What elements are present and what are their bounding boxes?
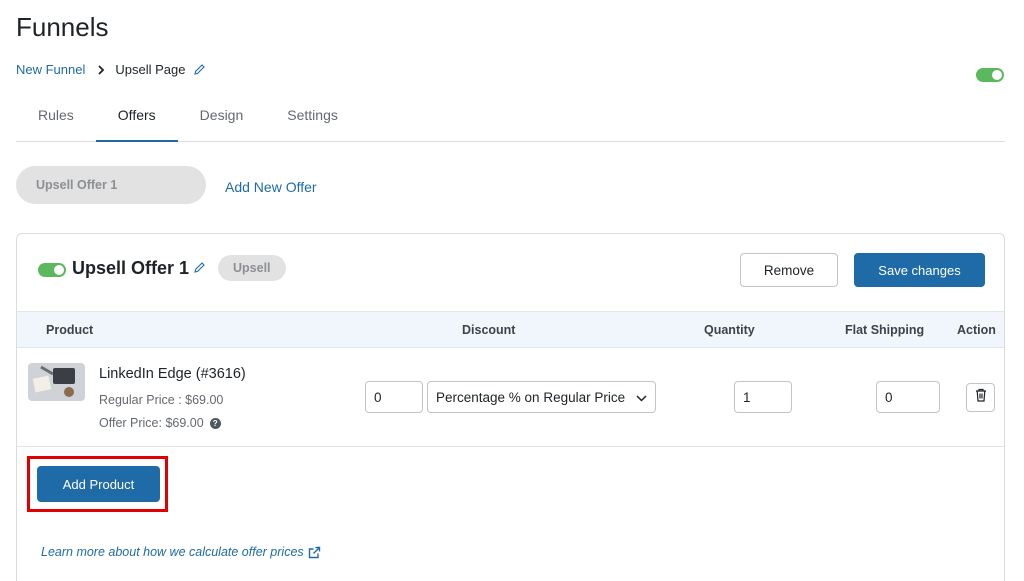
product-name: LinkedIn Edge (#3616) — [99, 366, 246, 382]
offer-type-badge: Upsell — [218, 255, 286, 281]
chevron-right-icon — [97, 64, 105, 75]
offer-enable-toggle[interactable] — [38, 263, 66, 277]
product-offer-price-wrap: Offer Price: $69.00 ? — [99, 416, 221, 430]
learn-more-link[interactable]: Learn more about how we calculate offer … — [41, 545, 321, 559]
breadcrumb-current: Upsell Page — [115, 62, 186, 77]
add-new-offer-link[interactable]: Add New Offer — [225, 179, 317, 195]
column-header-quantity: Quantity — [704, 323, 755, 337]
toggle-knob — [992, 70, 1002, 80]
tab-rules[interactable]: Rules — [16, 96, 96, 141]
add-product-button[interactable]: Add Product — [37, 466, 160, 502]
discount-type-value: Percentage % on Regular Price — [436, 389, 626, 405]
page-title: Funnels — [16, 12, 109, 42]
breadcrumb: New Funnel Upsell Page — [16, 62, 206, 77]
help-icon[interactable]: ? — [209, 417, 221, 429]
delete-product-button[interactable] — [966, 383, 995, 412]
offer-pill-upsell-offer-1[interactable]: Upsell Offer 1 — [16, 166, 206, 204]
learn-more-text: Learn more about how we calculate offer … — [41, 545, 304, 559]
tab-design[interactable]: Design — [178, 96, 266, 141]
tab-settings[interactable]: Settings — [265, 96, 360, 141]
funnel-status-toggle[interactable] — [976, 68, 1004, 82]
trash-icon — [975, 388, 987, 407]
column-header-action: Action — [957, 323, 996, 337]
column-header-product: Product — [46, 323, 94, 337]
toggle-knob — [54, 265, 64, 275]
chevron-down-icon — [636, 390, 647, 405]
tab-offers[interactable]: Offers — [95, 96, 178, 142]
table-row: LinkedIn Edge (#3616) Regular Price : $6… — [17, 348, 1004, 447]
offer-card-header: Upsell Offer 1 Upsell Remove Save change… — [17, 234, 1004, 312]
product-regular-price: Regular Price : $69.00 — [99, 393, 224, 407]
tab-bar: Rules Offers Design Settings — [16, 96, 1005, 142]
table-header: Product Discount Quantity Flat Shipping … — [17, 312, 1004, 348]
remove-button[interactable]: Remove — [740, 253, 838, 287]
discount-value-input[interactable] — [365, 381, 423, 413]
quantity-input[interactable] — [734, 381, 792, 413]
pencil-icon[interactable] — [193, 63, 206, 76]
column-header-discount: Discount — [462, 323, 516, 337]
column-header-flat-shipping: Flat Shipping — [845, 323, 925, 337]
breadcrumb-parent-link[interactable]: New Funnel — [16, 62, 85, 77]
product-offer-price: Offer Price: $69.00 — [99, 416, 204, 430]
offer-title: Upsell Offer 1 — [72, 258, 190, 278]
save-changes-button[interactable]: Save changes — [854, 253, 985, 287]
flat-shipping-input[interactable] — [876, 381, 940, 413]
external-link-icon — [308, 546, 321, 559]
discount-type-select[interactable]: Percentage % on Regular Price — [427, 381, 656, 413]
pencil-icon[interactable] — [193, 261, 206, 274]
product-thumbnail — [28, 363, 85, 401]
offer-card: Upsell Offer 1 Upsell Remove Save change… — [16, 233, 1005, 581]
